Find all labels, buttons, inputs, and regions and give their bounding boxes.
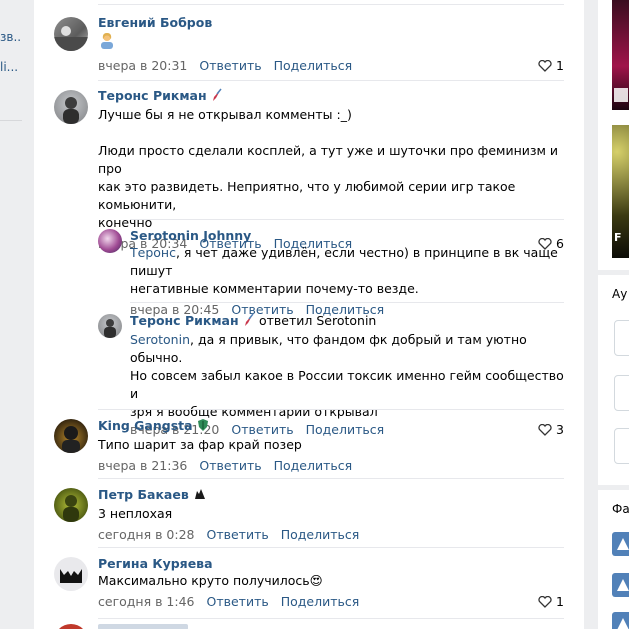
- avatar[interactable]: [54, 488, 88, 522]
- mention-link[interactable]: Теронс: [130, 245, 176, 260]
- separator: [130, 302, 564, 303]
- right-card-audio: Ау: [598, 275, 629, 485]
- comment-meta: вчера в 21:36 Ответить Поделиться: [98, 457, 564, 474]
- reply-button[interactable]: Ответить: [199, 458, 261, 473]
- cover-label: F: [614, 231, 622, 244]
- comment-text: Типо шарит за фар край позер: [98, 436, 302, 452]
- audio-section-label: Ау: [612, 287, 628, 301]
- avatar[interactable]: [54, 557, 88, 591]
- feather-badge-icon: [243, 313, 255, 331]
- heart-icon: [538, 59, 552, 76]
- wolf-badge-icon: [193, 487, 207, 505]
- left-fragment-2[interactable]: li...: [0, 60, 18, 74]
- like-count: 1: [556, 594, 564, 609]
- file-icon[interactable]: [612, 532, 629, 556]
- comment-author[interactable]: [98, 624, 188, 629]
- audio-item[interactable]: [614, 428, 629, 464]
- audio-item[interactable]: [614, 375, 629, 411]
- avatar[interactable]: [54, 419, 88, 453]
- comment-text: Максимально круто получилось😍: [98, 573, 323, 588]
- separator: [98, 547, 564, 548]
- video-thumbnail-1[interactable]: [612, 0, 629, 110]
- like-count: 1: [556, 58, 564, 73]
- comment-meta: сегодня в 0:28 Ответить Поделиться: [98, 526, 564, 543]
- like-button[interactable]: 1: [538, 57, 564, 76]
- shield-badge-icon: [197, 418, 209, 436]
- like-button[interactable]: 1: [538, 593, 564, 612]
- comment-time[interactable]: сегодня в 1:46: [98, 594, 195, 609]
- reply-button[interactable]: Ответить: [206, 527, 268, 542]
- avatar[interactable]: [54, 17, 88, 51]
- comments-panel: Евгений Бобров вчера в 20:31 Ответить По…: [34, 0, 584, 629]
- share-button[interactable]: Поделиться: [281, 594, 360, 609]
- comment-author[interactable]: Теронс Рикман: [98, 87, 564, 106]
- separator: [130, 219, 564, 220]
- comment-text: Теронс, я чет даже удивлён, если честно)…: [130, 245, 558, 296]
- comment-meta: сегодня в 1:46 Ответить Поделиться 1: [98, 593, 564, 610]
- file-icon[interactable]: [612, 573, 629, 597]
- comment-time[interactable]: вчера в 21:36: [98, 458, 187, 473]
- mention-link[interactable]: Serotonin: [130, 332, 190, 347]
- play-icon: [614, 88, 628, 102]
- share-button[interactable]: Поделиться: [274, 458, 353, 473]
- share-button[interactable]: Поделиться: [281, 527, 360, 542]
- feather-badge-icon: [211, 88, 223, 106]
- share-button[interactable]: Поделиться: [274, 58, 353, 73]
- audio-item[interactable]: [614, 320, 629, 356]
- right-card-media: F: [598, 0, 629, 270]
- comment-time[interactable]: сегодня в 0:28: [98, 527, 195, 542]
- avatar[interactable]: [54, 90, 88, 124]
- comment-text: 3 неплохая: [98, 505, 173, 521]
- left-divider: [0, 120, 22, 121]
- reply-button[interactable]: Ответить: [199, 58, 261, 73]
- comment-author[interactable]: Serotonin Johnny: [130, 227, 564, 244]
- separator: [98, 80, 564, 81]
- separator: [98, 618, 564, 619]
- replied-to-label: ответил Serotonin: [259, 313, 377, 328]
- comment-meta: вчера в 20:31 Ответить Поделиться 1: [98, 57, 564, 74]
- comment-author[interactable]: Петр Бакаев: [98, 486, 564, 505]
- file-icon[interactable]: [612, 612, 629, 629]
- comment-time[interactable]: вчера в 20:31: [98, 58, 187, 73]
- files-section-label: Фа: [612, 502, 629, 516]
- avatar[interactable]: [98, 314, 122, 338]
- left-fragment-1[interactable]: зв...: [0, 30, 22, 44]
- comment-text: Serotonin, да я привык, что фандом фк до…: [130, 331, 564, 419]
- comment-author[interactable]: King Gangsta: [98, 417, 564, 436]
- comment-author[interactable]: Теронс Рикман ответил Serotonin: [130, 312, 564, 331]
- comment-author[interactable]: Евгений Бобров: [98, 14, 564, 31]
- comment-text: [98, 31, 564, 54]
- separator: [98, 478, 564, 479]
- separator: [98, 4, 564, 5]
- reply-button[interactable]: Ответить: [206, 594, 268, 609]
- person-emoji-icon: [98, 33, 116, 52]
- avatar[interactable]: [98, 229, 122, 253]
- video-thumbnail-2[interactable]: F: [612, 125, 629, 258]
- separator: [98, 409, 564, 410]
- avatar[interactable]: [54, 624, 88, 629]
- right-sidebar-fragment: F Ау Фа: [598, 0, 629, 629]
- heart-icon: [538, 595, 552, 612]
- comment-author[interactable]: Регина Куряева: [98, 555, 564, 572]
- right-card-files: Фа: [598, 490, 629, 629]
- comment-text: Лучше бы я не открывал комменты :_) Люди…: [98, 106, 559, 230]
- left-sidebar-fragment: зв... li...: [0, 0, 22, 629]
